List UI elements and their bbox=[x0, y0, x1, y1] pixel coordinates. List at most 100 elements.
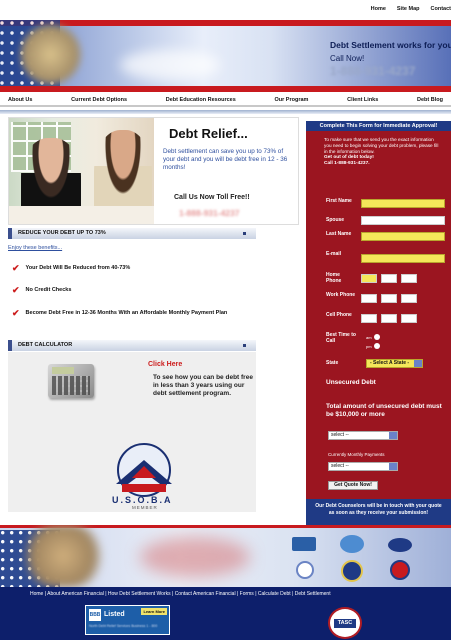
checkmark-icon: ✔ bbox=[12, 263, 20, 273]
cell-phone-prefix[interactable] bbox=[381, 314, 397, 323]
work-phone-prefix[interactable] bbox=[381, 294, 397, 303]
work-phone-fields bbox=[361, 294, 417, 303]
footer-links[interactable]: Home | About American Financial | How De… bbox=[30, 591, 450, 597]
best-time-label: Best Time to Call bbox=[326, 332, 356, 344]
spouse-label: Spouse bbox=[326, 217, 345, 223]
bbb-badge[interactable]: BBB Listed Learn More North Debt Relief … bbox=[85, 605, 170, 635]
total-debt-select[interactable]: select -- bbox=[328, 431, 398, 440]
nav-our-program[interactable]: Our Program bbox=[274, 97, 308, 103]
pm-label: pm bbox=[366, 343, 372, 349]
form-header: Complete This Form for Immediate Approva… bbox=[306, 121, 451, 131]
checkmark-icon: ✔ bbox=[12, 308, 20, 318]
nav-debt-education-resources[interactable]: Debt Education Resources bbox=[166, 97, 236, 103]
header-phone: 1-888-931-4237 bbox=[330, 64, 416, 78]
band-photo bbox=[18, 525, 108, 587]
calculator-icon[interactable] bbox=[48, 364, 94, 398]
bullet-icon bbox=[243, 344, 246, 347]
header-photo bbox=[18, 22, 83, 87]
tasc-label: TASC bbox=[334, 619, 356, 628]
home-phone-area[interactable] bbox=[361, 274, 377, 283]
home-phone-label: Home Phone bbox=[326, 272, 342, 284]
home-phone-line[interactable] bbox=[401, 274, 417, 283]
first-name-label: First Name bbox=[326, 198, 352, 204]
bottom-banner bbox=[0, 525, 451, 587]
main-nav: About Us Current Debt Options Debt Educa… bbox=[0, 95, 451, 107]
debt-calculator-title: DEBT CALCULATOR bbox=[18, 342, 73, 348]
home-phone-prefix[interactable] bbox=[381, 274, 397, 283]
approval-form: Complete This Form for Immediate Approva… bbox=[306, 121, 451, 525]
am-label: am bbox=[366, 334, 372, 340]
award-badge-icon bbox=[292, 537, 316, 551]
cell-phone-line[interactable] bbox=[401, 314, 417, 323]
nav-current-debt-options[interactable]: Current Debt Options bbox=[71, 97, 127, 103]
header-banner bbox=[0, 20, 451, 92]
top-link-contact[interactable]: Contact bbox=[431, 6, 451, 12]
member-badge-icon bbox=[390, 560, 410, 580]
monthly-payments-select[interactable]: select -- bbox=[328, 462, 398, 471]
nav-about-us[interactable]: About Us bbox=[8, 97, 32, 103]
calculator-keys bbox=[52, 376, 90, 395]
band-blur-image bbox=[140, 537, 250, 577]
click-here-link[interactable]: Click Here bbox=[148, 361, 182, 368]
nav-rule bbox=[0, 110, 451, 114]
hero-couple-photo bbox=[9, 118, 154, 224]
home-phone-fields bbox=[361, 274, 417, 283]
calculator-screen bbox=[52, 367, 74, 374]
enjoy-benefits-link[interactable]: Enjoy these benefits... bbox=[8, 245, 62, 251]
top-link-site-map[interactable]: Site Map bbox=[397, 6, 420, 12]
header-call-now: Call Now! bbox=[330, 54, 365, 63]
usoba-label: U.S.O.B.A bbox=[112, 495, 173, 505]
am-radio[interactable] bbox=[373, 334, 380, 340]
nav-debt-blog[interactable]: Debt Blog bbox=[417, 97, 443, 103]
hero-section: Debt Relief... Debt settlement can save … bbox=[8, 117, 299, 225]
benefit-text: Become Debt Free in 12-36 Months With an… bbox=[25, 310, 228, 316]
usoba-member: MEMBER bbox=[132, 505, 158, 510]
state-label: State bbox=[326, 360, 339, 366]
tasc-badge[interactable]: TASC bbox=[328, 607, 362, 639]
hero-phone: 1-888-931-4237 bbox=[179, 208, 240, 218]
unsecured-debt-heading: Unsecured Debt bbox=[326, 379, 376, 386]
am-option: am bbox=[366, 334, 380, 340]
chevron-down-icon bbox=[414, 360, 422, 367]
reduce-debt-bar: REDUCE YOUR DEBT UP TO 73% bbox=[8, 228, 256, 239]
top-link-home[interactable]: Home bbox=[371, 6, 386, 12]
bbb-logo-icon: BBB bbox=[89, 609, 101, 621]
calculator-text: To see how you can be debt free in less … bbox=[153, 374, 253, 397]
first-name-field[interactable] bbox=[361, 199, 445, 208]
work-phone-line[interactable] bbox=[401, 294, 417, 303]
total-debt-select-value: select -- bbox=[331, 432, 349, 438]
monthly-payments-select-value: select -- bbox=[331, 463, 349, 469]
last-name-field[interactable] bbox=[361, 232, 445, 241]
spouse-field[interactable] bbox=[361, 216, 445, 225]
association-badge-icon bbox=[341, 560, 363, 582]
work-phone-label: Work Phone bbox=[326, 292, 356, 298]
cell-phone-label: Cell Phone bbox=[326, 312, 352, 318]
chevron-down-icon bbox=[389, 432, 397, 439]
hero-text: Debt settlement can save you up to 73% o… bbox=[163, 148, 288, 171]
form-call: Call 1-888-931-4237. bbox=[324, 161, 370, 166]
bbb-accredited-label: Listed bbox=[104, 611, 125, 618]
monthly-payments-label: Currently Monthly Payments bbox=[328, 452, 385, 457]
header-red-stripe-bottom bbox=[0, 86, 451, 92]
hero-title: Debt Relief... bbox=[169, 126, 248, 141]
benefit-item: ✔ Become Debt Free in 12-36 Months With … bbox=[12, 308, 252, 318]
bullet-icon bbox=[243, 232, 246, 235]
email-field[interactable] bbox=[361, 254, 445, 263]
checkmark-icon: ✔ bbox=[12, 285, 20, 295]
header-blur-image bbox=[120, 50, 220, 80]
bbb-learn-more[interactable]: Learn More bbox=[141, 608, 167, 615]
state-select[interactable]: - Select A State - bbox=[366, 359, 423, 368]
work-phone-area[interactable] bbox=[361, 294, 377, 303]
top-links: Home Site Map Contact bbox=[371, 6, 451, 12]
cell-phone-area[interactable] bbox=[361, 314, 377, 323]
get-quote-button[interactable]: Get Quote Now! bbox=[328, 481, 378, 490]
certified-badge-icon bbox=[296, 561, 314, 579]
trust-badge-icon bbox=[388, 538, 412, 552]
pm-radio[interactable] bbox=[373, 343, 380, 349]
header-red-stripe bbox=[0, 20, 451, 26]
hero-call-label: Call Us Now Toll Free!! bbox=[174, 194, 250, 201]
debt-calculator-bar: DEBT CALCULATOR bbox=[8, 340, 256, 351]
nav-client-links[interactable]: Client Links bbox=[347, 97, 378, 103]
chevron-down-icon bbox=[389, 463, 397, 470]
state-select-value: - Select A State - bbox=[370, 360, 410, 366]
